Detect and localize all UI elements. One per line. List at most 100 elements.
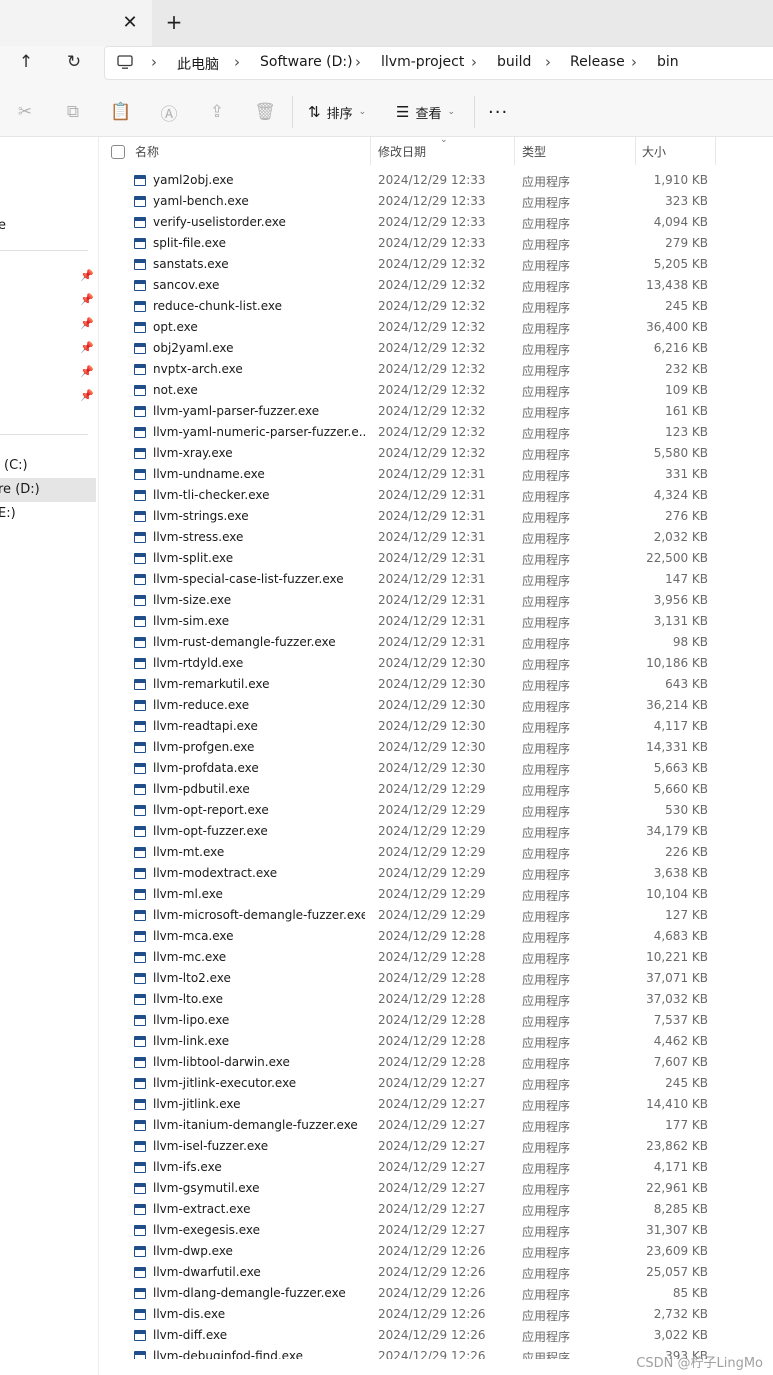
file-row[interactable]: llvm-jitlink.exe 2024/12/29 12:27 应用程序 14,4… [99, 1095, 773, 1116]
column-header-type[interactable]: 类型 [522, 137, 632, 165]
column-divider[interactable] [635, 137, 636, 165]
file-row[interactable]: llvm-rust-demangle-fuzzer.exe 2024/12/29 … [99, 633, 773, 654]
file-row[interactable]: obj2yaml.exe 2024/12/29 12:32 应用程序 6,216 KB [99, 339, 773, 360]
file-row[interactable]: llvm-dwarfutil.exe 2024/12/29 12:26 应用程序 25… [99, 1263, 773, 1284]
more-options-button[interactable]: ··· [488, 102, 508, 123]
file-row[interactable]: llvm-dlang-demangle-fuzzer.exe 2024/12/29… [99, 1284, 773, 1305]
up-arrow-icon[interactable]: ↑ [12, 48, 40, 76]
file-size: 85 KB [672, 1286, 708, 1300]
breadcrumb-item[interactable]: Release [570, 54, 625, 70]
sidebar-drive-e[interactable]: E:) [0, 506, 16, 521]
breadcrumb-item[interactable]: build [497, 54, 531, 70]
sidebar-item-partial[interactable]: e [0, 218, 6, 233]
file-row[interactable]: not.exe 2024/12/29 12:32 应用程序 109 KB [99, 381, 773, 402]
file-row[interactable]: llvm-modextract.exe 2024/12/29 12:29 应用程序 3… [99, 864, 773, 885]
file-row[interactable]: llvm-profgen.exe 2024/12/29 12:30 应用程序 14,3… [99, 738, 773, 759]
file-row[interactable]: llvm-gsymutil.exe 2024/12/29 12:27 应用程序 22,… [99, 1179, 773, 1200]
column-header-size[interactable]: 大小 [642, 137, 712, 165]
breadcrumb-separator-icon[interactable]: › [471, 53, 477, 71]
breadcrumb-separator-icon[interactable]: › [355, 53, 361, 71]
sidebar-drive-c[interactable]: (C:) [4, 458, 28, 473]
file-row[interactable]: llvm-microsoft-demangle-fuzzer.exe 2024/1… [99, 906, 773, 927]
file-row[interactable]: llvm-xray.exe 2024/12/29 12:32 应用程序 5,580 K… [99, 444, 773, 465]
application-file-icon [134, 1120, 146, 1131]
file-row[interactable]: llvm-diff.exe 2024/12/29 12:26 应用程序 3,022 K… [99, 1326, 773, 1347]
file-row[interactable]: llvm-rtdyld.exe 2024/12/29 12:30 应用程序 10,18… [99, 654, 773, 675]
delete-icon[interactable]: 🗑 [254, 101, 276, 123]
file-row[interactable]: llvm-ifs.exe 2024/12/29 12:27 应用程序 4,171 KB [99, 1158, 773, 1179]
file-row[interactable]: llvm-mt.exe 2024/12/29 12:29 应用程序 226 KB [99, 843, 773, 864]
breadcrumb-item[interactable]: 此电脑 [177, 54, 219, 74]
file-row[interactable]: llvm-yaml-parser-fuzzer.exe 2024/12/29 12… [99, 402, 773, 423]
file-row[interactable]: llvm-lto2.exe 2024/12/29 12:28 应用程序 37,071 … [99, 969, 773, 990]
share-icon[interactable]: ⇪ [206, 101, 228, 123]
breadcrumb-separator-icon[interactable]: › [151, 53, 157, 71]
cut-icon[interactable]: ✂ [14, 101, 36, 123]
file-row[interactable]: llvm-opt-report.exe 2024/12/29 12:29 应用程序 5… [99, 801, 773, 822]
file-row[interactable]: llvm-dwp.exe 2024/12/29 12:26 应用程序 23,609 K… [99, 1242, 773, 1263]
file-row[interactable]: split-file.exe 2024/12/29 12:33 应用程序 279 KB [99, 234, 773, 255]
file-row[interactable]: llvm-isel-fuzzer.exe 2024/12/29 12:27 应用程序… [99, 1137, 773, 1158]
column-divider[interactable] [370, 137, 371, 165]
rename-icon[interactable]: Ⓐ [158, 101, 180, 125]
file-size: 31,307 KB [646, 1223, 708, 1237]
file-row[interactable]: sanstats.exe 2024/12/29 12:32 应用程序 5,205 KB [99, 255, 773, 276]
file-row[interactable]: llvm-jitlink-executor.exe 2024/12/29 12:2… [99, 1074, 773, 1095]
file-row[interactable]: llvm-undname.exe 2024/12/29 12:31 应用程序 331 … [99, 465, 773, 486]
file-row[interactable]: llvm-profdata.exe 2024/12/29 12:30 应用程序 5,6… [99, 759, 773, 780]
file-row[interactable]: llvm-extract.exe 2024/12/29 12:27 应用程序 8,28… [99, 1200, 773, 1221]
column-divider[interactable] [514, 137, 515, 165]
file-row[interactable]: llvm-size.exe 2024/12/29 12:31 应用程序 3,956 K… [99, 591, 773, 612]
file-row[interactable]: yaml-bench.exe 2024/12/29 12:33 应用程序 323 KB [99, 192, 773, 213]
breadcrumb-item[interactable]: bin [657, 54, 679, 70]
file-type: 应用程序 [522, 574, 571, 588]
file-row[interactable]: llvm-dis.exe 2024/12/29 12:26 应用程序 2,732 KB [99, 1305, 773, 1326]
file-row[interactable]: llvm-lto.exe 2024/12/29 12:28 应用程序 37,032 K… [99, 990, 773, 1011]
file-row[interactable]: sancov.exe 2024/12/29 12:32 应用程序 13,438 KB [99, 276, 773, 297]
breadcrumb-separator-icon[interactable]: › [545, 53, 551, 71]
file-row[interactable]: llvm-mc.exe 2024/12/29 12:28 应用程序 10,221 KB [99, 948, 773, 969]
breadcrumb-separator-icon[interactable]: › [631, 53, 637, 71]
sort-button[interactable]: ⇅ 排序 ⌄ [308, 99, 366, 125]
breadcrumb-item[interactable]: llvm-project [381, 54, 464, 70]
file-row[interactable]: llvm-opt-fuzzer.exe 2024/12/29 12:29 应用程序 3… [99, 822, 773, 843]
copy-icon[interactable]: ⧉ [62, 101, 84, 123]
file-row[interactable]: llvm-link.exe 2024/12/29 12:28 应用程序 4,462 K… [99, 1032, 773, 1053]
sidebar-drive-d[interactable]: re (D:) [0, 482, 40, 497]
file-name: llvm-undname.exe [153, 467, 265, 481]
close-tab-icon[interactable]: ✕ [119, 11, 141, 33]
paste-icon[interactable]: 📋 [110, 101, 132, 123]
file-row[interactable]: reduce-chunk-list.exe 2024/12/29 12:32 应用程… [99, 297, 773, 318]
breadcrumb-separator-icon[interactable]: › [234, 53, 240, 71]
file-row[interactable]: llvm-stress.exe 2024/12/29 12:31 应用程序 2,032… [99, 528, 773, 549]
file-row[interactable]: yaml2obj.exe 2024/12/29 12:33 应用程序 1,910 KB [99, 171, 773, 192]
file-row[interactable]: llvm-readtapi.exe 2024/12/29 12:30 应用程序 4,1… [99, 717, 773, 738]
new-tab-icon[interactable]: + [163, 10, 185, 34]
breadcrumb-item[interactable]: Software (D:) [260, 54, 353, 70]
file-row[interactable]: llvm-yaml-numeric-parser-fuzzer.e... 2024… [99, 423, 773, 444]
file-row[interactable]: llvm-sim.exe 2024/12/29 12:31 应用程序 3,131 KB [99, 612, 773, 633]
file-row[interactable]: llvm-lipo.exe 2024/12/29 12:28 应用程序 7,537 K… [99, 1011, 773, 1032]
file-type: 应用程序 [522, 868, 571, 882]
file-row[interactable]: opt.exe 2024/12/29 12:32 应用程序 36,400 KB [99, 318, 773, 339]
file-type: 应用程序 [522, 679, 571, 693]
file-row[interactable]: llvm-exegesis.exe 2024/12/29 12:27 应用程序 31,… [99, 1221, 773, 1242]
file-row[interactable]: llvm-strings.exe 2024/12/29 12:31 应用程序 276 … [99, 507, 773, 528]
column-divider[interactable] [715, 137, 716, 165]
file-row[interactable]: llvm-libtool-darwin.exe 2024/12/29 12:28 应… [99, 1053, 773, 1074]
file-row[interactable]: llvm-reduce.exe 2024/12/29 12:30 应用程序 36,21… [99, 696, 773, 717]
view-button[interactable]: ☰ 查看 ⌄ [396, 99, 455, 125]
file-row[interactable]: llvm-itanium-demangle-fuzzer.exe 2024/12/… [99, 1116, 773, 1137]
file-row[interactable]: nvptx-arch.exe 2024/12/29 12:32 应用程序 232 KB [99, 360, 773, 381]
column-header-name[interactable]: 名称 [135, 137, 369, 165]
file-row[interactable]: verify-uselistorder.exe 2024/12/29 12:33 应… [99, 213, 773, 234]
file-row[interactable]: llvm-tli-checker.exe 2024/12/29 12:31 应用程序… [99, 486, 773, 507]
file-row[interactable]: llvm-pdbutil.exe 2024/12/29 12:29 应用程序 5,66… [99, 780, 773, 801]
file-row[interactable]: llvm-remarkutil.exe 2024/12/29 12:30 应用程序 6… [99, 675, 773, 696]
select-all-checkbox[interactable] [111, 145, 125, 159]
refresh-icon[interactable]: ↻ [60, 48, 88, 76]
file-row[interactable]: llvm-split.exe 2024/12/29 12:31 应用程序 22,500… [99, 549, 773, 570]
file-row[interactable]: llvm-ml.exe 2024/12/29 12:29 应用程序 10,104 KB [99, 885, 773, 906]
file-row[interactable]: llvm-mca.exe 2024/12/29 12:28 应用程序 4,683 KB [99, 927, 773, 948]
file-row[interactable]: llvm-special-case-list-fuzzer.exe 2024/12… [99, 570, 773, 591]
